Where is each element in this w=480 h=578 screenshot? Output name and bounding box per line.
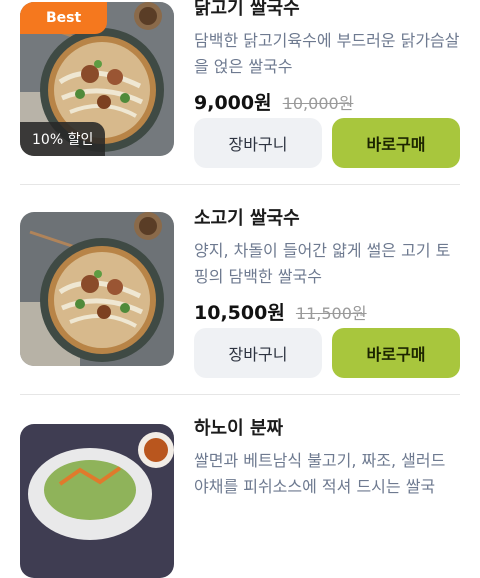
discount-badge: 10% 할인	[20, 122, 106, 156]
item-description: 양지, 차돌이 들어간 얇게 썰은 고기 토핑의 담백한 쌀국수	[194, 241, 451, 286]
bun-cha-image[interactable]	[20, 424, 174, 578]
add-to-cart-button[interactable]: 장바구니	[194, 118, 322, 168]
item-price: 10,500원	[194, 302, 285, 324]
bun-cha-illustration	[20, 424, 174, 578]
divider	[20, 394, 460, 395]
item-price: 9,000원	[194, 92, 272, 114]
divider	[20, 184, 460, 185]
best-badge: Best	[20, 2, 108, 34]
pho-bowl-illustration	[20, 212, 174, 366]
item-original-price: 10,000원	[282, 94, 354, 113]
buy-now-button[interactable]: 바로구매	[332, 328, 460, 378]
add-to-cart-button[interactable]: 장바구니	[194, 328, 322, 378]
pho-bowl-image[interactable]: Best 10% 할인	[20, 2, 174, 156]
item-description: 담백한 닭고기육수에 부드러운 닭가슴살을 얹은 쌀국수	[194, 31, 460, 76]
item-description: 쌀면과 베트남식 불고기, 짜조, 샐러드 야채를 피쉬소스에 적셔 드시는 쌀…	[194, 451, 446, 496]
item-name: 하노이 분짜	[194, 418, 284, 439]
item-original-price: 11,500원	[295, 304, 367, 323]
item-name: 소고기 쌀국수	[194, 208, 300, 229]
item-name: 닭고기 쌀국수	[194, 0, 300, 19]
buy-now-button[interactable]: 바로구매	[332, 118, 460, 168]
pho-bowl-image[interactable]	[20, 212, 174, 366]
